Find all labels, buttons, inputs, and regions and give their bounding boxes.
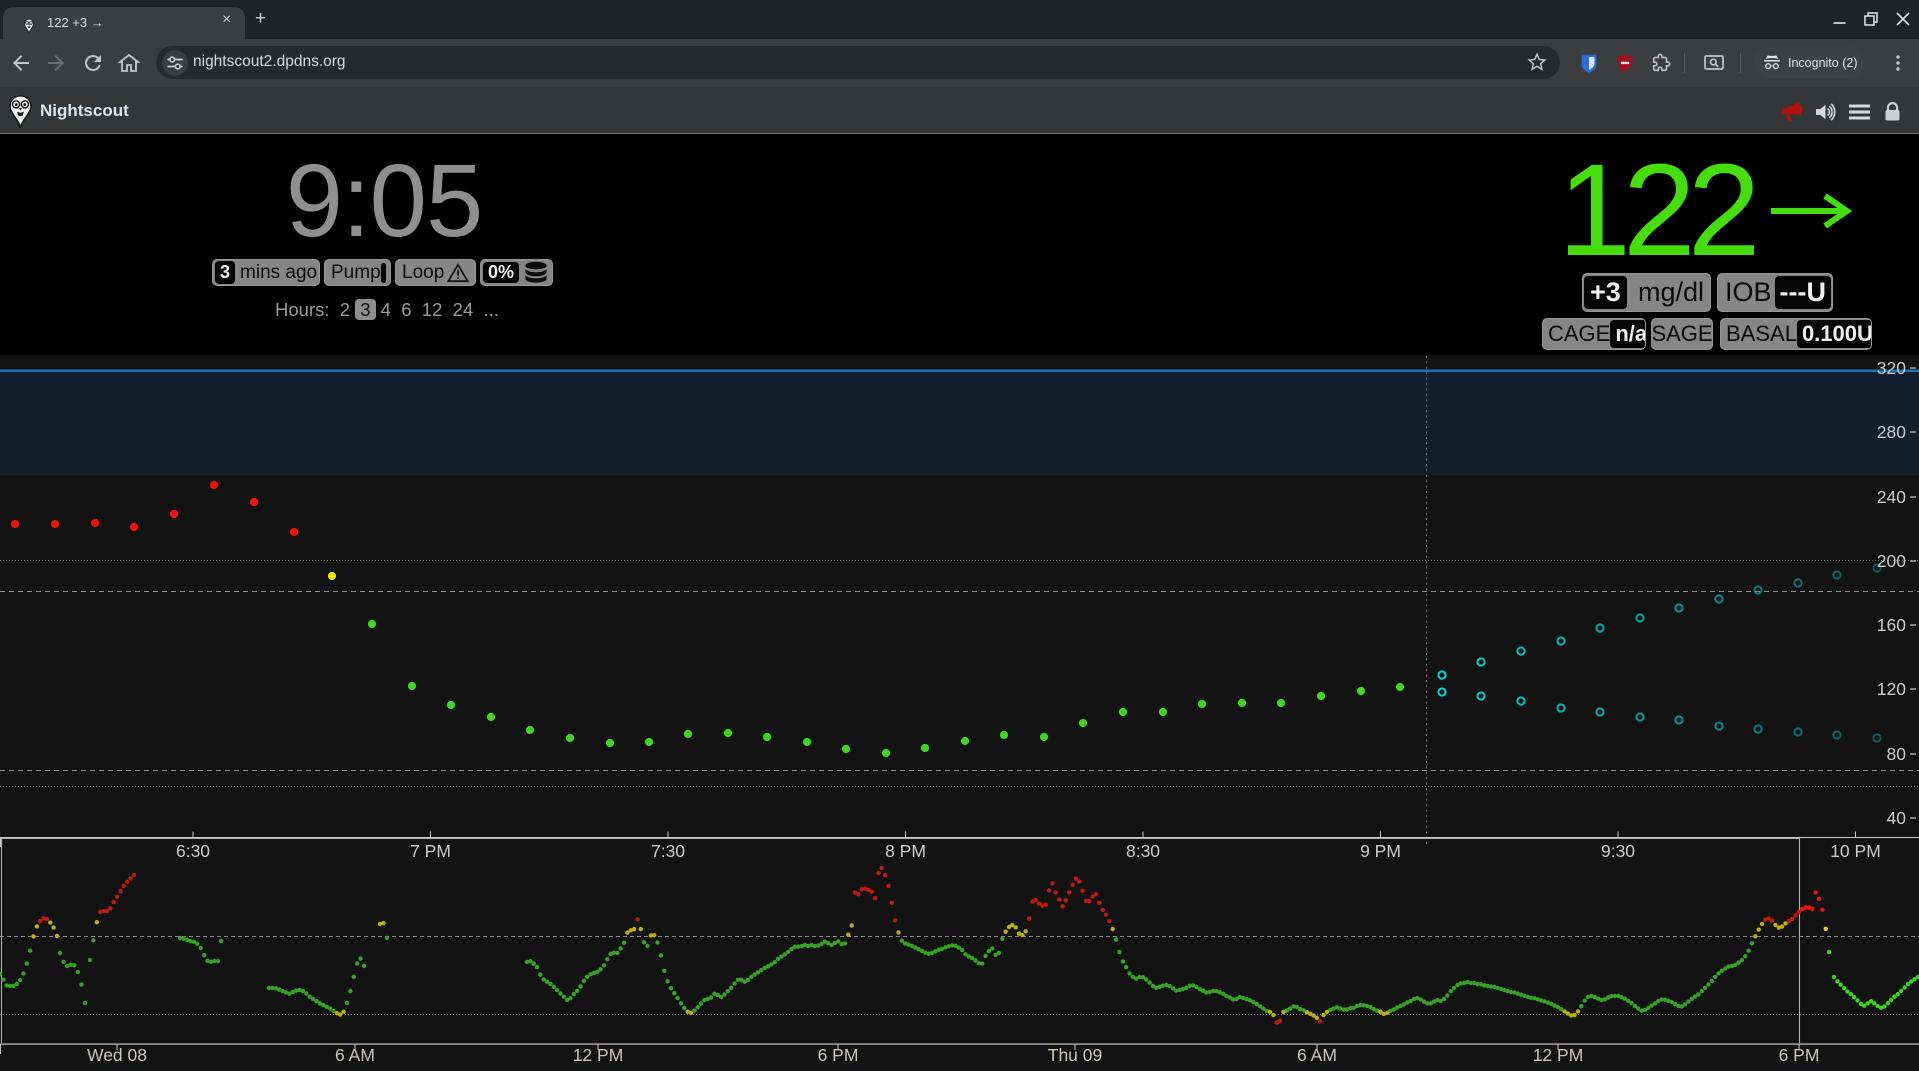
- svg-text:10 PM: 10 PM: [1830, 841, 1881, 861]
- svg-text:6 AM: 6 AM: [1297, 1045, 1337, 1065]
- svg-text:12 PM: 12 PM: [1533, 1045, 1584, 1065]
- svg-text:280: 280: [1877, 422, 1906, 442]
- svg-text:Thu 09: Thu 09: [1048, 1045, 1102, 1065]
- svg-text:6:30: 6:30: [176, 841, 210, 861]
- svg-text:7:30: 7:30: [651, 841, 685, 861]
- svg-text:9:30: 9:30: [1601, 841, 1635, 861]
- svg-text:6 AM: 6 AM: [335, 1045, 375, 1065]
- svg-text:6 PM: 6 PM: [1779, 1045, 1820, 1065]
- svg-text:6 PM: 6 PM: [818, 1045, 859, 1065]
- svg-text:320: 320: [1877, 358, 1906, 378]
- svg-text:8:30: 8:30: [1126, 841, 1160, 861]
- svg-text:40: 40: [1887, 808, 1907, 828]
- svg-text:240: 240: [1877, 487, 1906, 507]
- svg-text:7 PM: 7 PM: [410, 841, 451, 861]
- svg-text:12 PM: 12 PM: [573, 1045, 624, 1065]
- svg-text:120: 120: [1877, 679, 1906, 699]
- svg-text:200: 200: [1877, 551, 1906, 571]
- svg-text:9 PM: 9 PM: [1360, 841, 1401, 861]
- svg-text:Wed 08: Wed 08: [87, 1045, 147, 1065]
- svg-text:80: 80: [1887, 744, 1907, 764]
- svg-text:160: 160: [1877, 615, 1906, 635]
- svg-text:8 PM: 8 PM: [885, 841, 926, 861]
